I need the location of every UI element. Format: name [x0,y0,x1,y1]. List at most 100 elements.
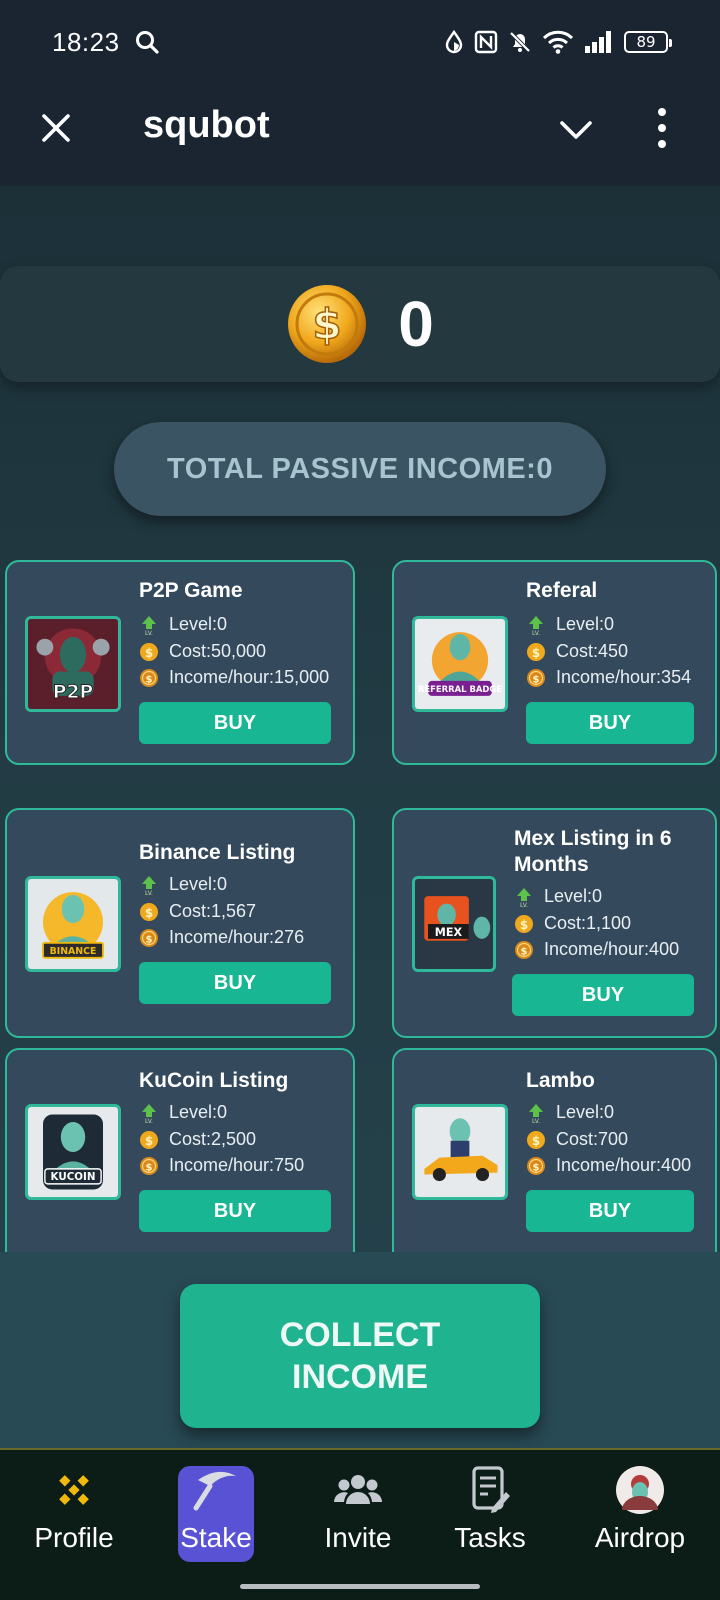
coin-icon: $ [140,1130,158,1149]
app-title: squbot [143,104,270,146]
nav-profile[interactable]: Profile [22,1450,126,1574]
svg-text:KUCOIN: KUCOIN [51,1171,96,1183]
card-mex-listing: MEX Mex Listing in 6 Months LV. Level:0 … [392,808,717,1038]
coin-icon: $ [527,1130,545,1149]
buy-button[interactable]: BUY [526,1190,694,1232]
balance-panel: $ 0 [0,266,720,382]
nav-invite[interactable]: Invite [306,1450,410,1574]
card-title: Binance Listing [139,841,296,864]
level-up-icon: LV. [529,615,543,635]
total-passive-income: TOTAL PASSIVE INCOME:0 [114,422,606,516]
mex-listing-image: MEX [412,876,496,972]
card-income: $ Income/hour:276 [139,927,304,948]
app-header: squbot [0,84,720,186]
level-up-icon: LV. [529,1103,543,1123]
collect-income-button[interactable]: COLLECT INCOME [180,1284,540,1428]
wifi-icon [542,30,574,54]
level-up-icon: LV. [142,615,156,635]
income-coin-icon: $ [515,940,533,959]
buy-button[interactable]: BUY [139,702,331,744]
buy-button[interactable]: BUY [512,974,694,1016]
card-level: LV. Level:0 [526,1102,614,1123]
home-indicator [0,1572,720,1600]
kucoin-listing-image: KUCOIN [25,1104,121,1200]
buy-button[interactable]: BUY [139,962,331,1004]
buy-button[interactable]: BUY [139,1190,331,1232]
svg-text:REFERRAL BADGE: REFERRAL BADGE [418,684,502,694]
svg-text:BINANCE: BINANCE [50,946,97,957]
p2p-game-image: P2P [25,616,121,712]
collect-line-1: COLLECT [279,1316,441,1354]
card-title: P2P Game [139,579,243,602]
chevron-down-icon[interactable] [556,110,596,150]
svg-text:$: $ [533,1162,540,1173]
card-referal: REFERRAL BADGE Referal LV. Level:0 $ Cos… [392,560,717,765]
card-title: Referal [526,579,598,602]
status-time: 18:23 [52,26,120,57]
svg-text:P2P: P2P [53,682,94,703]
data-saver-icon [445,30,463,54]
lambo-image [412,1104,508,1200]
svg-text:$: $ [145,646,153,660]
income-coin-icon: $ [140,668,158,687]
avatar-icon [616,1466,664,1514]
status-icons: 89 [444,30,672,54]
tasks-icon [472,1466,510,1513]
svg-text:$: $ [532,646,540,660]
bottom-nav: Profile Stake Invite Tasks Airdrop [0,1448,720,1572]
svg-text:LV.: LV. [532,1118,540,1123]
card-level: LV. Level:0 [139,614,227,635]
nav-stake[interactable]: Stake [174,1450,258,1574]
card-income: $ Income/hour:750 [139,1155,304,1176]
income-coin-icon: $ [527,668,545,687]
card-cost: $ Cost:50,000 [139,641,266,662]
coin-icon: $ [527,642,545,661]
card-cost: $ Cost:450 [526,641,628,662]
coin-icon: $ [140,902,158,921]
close-icon[interactable] [36,108,76,148]
svg-text:LV.: LV. [532,630,540,635]
card-lambo: Lambo LV. Level:0 $ Cost:700 $ Income/ho… [392,1048,717,1278]
home-bar[interactable] [240,1584,480,1589]
svg-text:LV.: LV. [145,630,153,635]
svg-text:$: $ [146,934,153,945]
more-menu-icon[interactable] [654,106,670,150]
svg-text:$: $ [313,300,342,349]
card-income: $ Income/hour:354 [526,667,691,688]
level-up-icon: LV. [142,1103,156,1123]
card-binance-listing: BINANCE Binance Listing LV. Level:0 $ Co… [5,808,355,1038]
coin-icon: $ [140,642,158,661]
card-income: $ Income/hour:400 [514,939,679,960]
nav-tasks[interactable]: Tasks [438,1450,542,1574]
card-cost: $ Cost:2,500 [139,1129,256,1150]
svg-text:LV.: LV. [145,890,153,895]
svg-text:MEX: MEX [435,926,463,939]
binance-icon [59,1475,89,1505]
card-title: KuCoin Listing [139,1069,289,1092]
svg-text:$: $ [532,1134,540,1148]
svg-text:$: $ [521,946,528,957]
card-cost: $ Cost:1,567 [139,901,256,922]
nav-airdrop[interactable]: Airdrop [572,1450,708,1574]
coin-icon: $ [515,914,533,933]
svg-text:$: $ [146,674,153,685]
income-coin-icon: $ [140,928,158,947]
card-title: Mex Listing in 6 Months [514,827,672,876]
pickaxe-icon [193,1471,236,1511]
referral-badge-image: REFERRAL BADGE [412,616,508,712]
nfc-icon [474,30,498,54]
card-cost: $ Cost:700 [526,1129,628,1150]
mute-icon [509,31,531,53]
card-income: $ Income/hour:400 [526,1155,691,1176]
buy-button[interactable]: BUY [526,702,694,744]
card-level: LV. Level:0 [139,874,227,895]
card-level: LV. Level:0 [526,614,614,635]
card-title: Lambo [526,1069,595,1092]
level-up-icon: LV. [142,875,156,895]
svg-text:$: $ [520,918,528,932]
svg-text:$: $ [533,674,540,685]
coin-icon: $ [288,285,367,363]
users-icon [334,1475,382,1504]
svg-text:$: $ [146,1162,153,1173]
svg-text:$: $ [145,1134,153,1148]
